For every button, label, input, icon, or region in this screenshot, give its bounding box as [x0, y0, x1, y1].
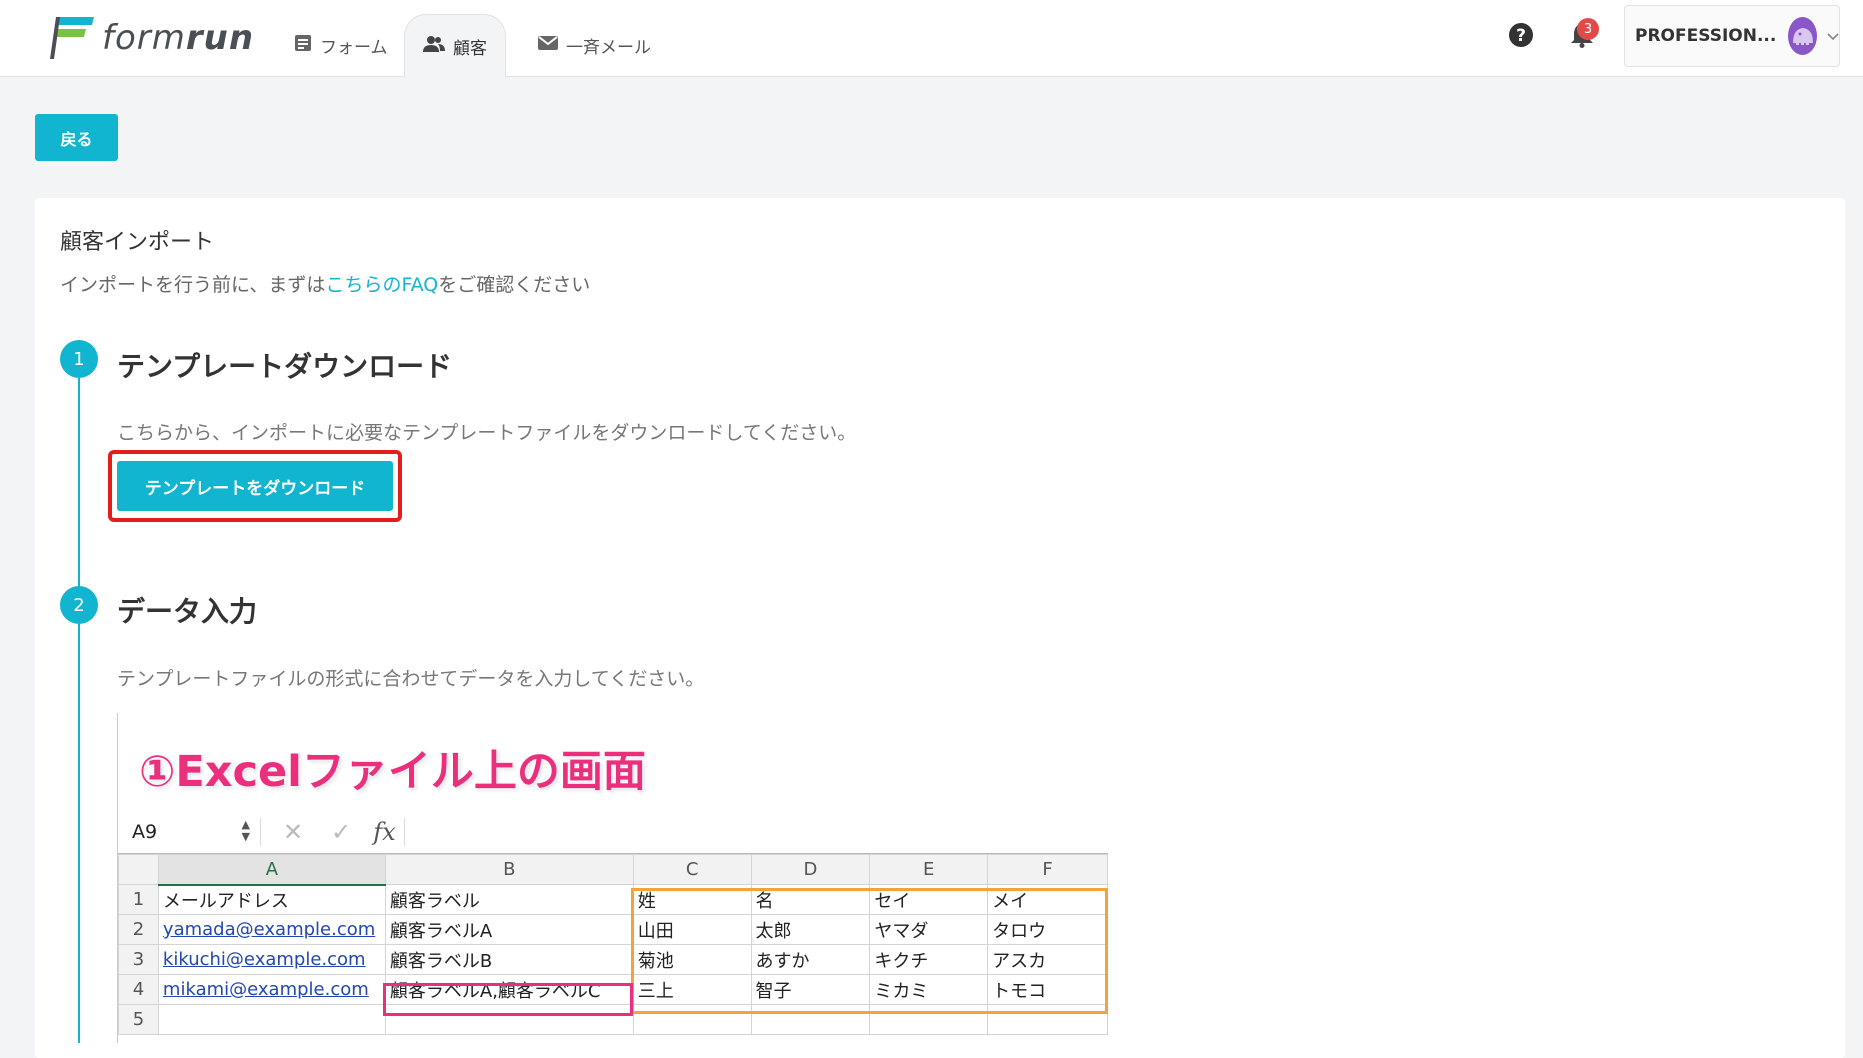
logo-mark-icon [50, 17, 96, 59]
excel-cell: 顧客ラベル [384, 884, 634, 915]
download-template-button[interactable]: テンプレートをダウンロード [117, 461, 393, 511]
notification-badge: 3 [1577, 18, 1599, 40]
excel-cell-ref: A9 [132, 821, 158, 843]
excel-divider [403, 818, 405, 846]
step-1-title: テンプレートダウンロード [117, 350, 453, 383]
svg-text:?: ? [1516, 26, 1526, 46]
excel-row-number: 3 [118, 944, 159, 975]
excel-cell: 顧客ラベルB [384, 944, 634, 975]
avatar [1788, 17, 1817, 55]
excel-email-cell: kikuchi@example.com [157, 944, 386, 975]
excel-corner [118, 854, 159, 885]
excel-email-cell: mikami@example.com [157, 974, 386, 1005]
step-1-connector [78, 378, 80, 588]
excel-row-number: 4 [118, 974, 159, 1005]
tab-form-label: フォーム [320, 38, 388, 58]
account-menu-button[interactable]: PROFESSION... [1624, 5, 1840, 67]
check-icon: ✓ [331, 818, 352, 846]
page-description: インポートを行う前に、まずはこちらのFAQをご確認ください [60, 270, 590, 297]
tab-bulk-mail[interactable]: 一斉メール [538, 14, 651, 77]
name-columns-highlight-box [631, 888, 1108, 1014]
excel-col-header: D [750, 854, 871, 885]
mail-icon [538, 35, 566, 56]
excel-col-header: F [987, 854, 1108, 885]
form-icon [294, 34, 320, 57]
step-2-title: データ入力 [117, 595, 258, 628]
excel-col-header: C [632, 854, 752, 885]
plan-label: PROFESSION... [1635, 26, 1777, 46]
excel-row-number: 5 [118, 1004, 159, 1035]
multi-label-highlight-box [383, 983, 633, 1016]
excel-row-number: 2 [118, 914, 159, 945]
step-2-text: テンプレートファイルの形式に合わせてデータを入力してください。 [117, 668, 705, 690]
tab-bulk-mail-label: 一斉メール [566, 38, 651, 58]
excel-col-header: B [384, 854, 634, 885]
step-2-number: 2 [60, 586, 98, 624]
help-icon[interactable]: ? [1508, 22, 1538, 52]
excel-formula-bar: A9 ▲ ▼ ✕ ✓ fx [118, 811, 1108, 855]
excel-header-row: A B C D E F [118, 854, 1108, 886]
excel-caption: ①Excelファイル上の画面 [139, 747, 646, 797]
tab-customers-label: 顧客 [453, 39, 487, 59]
step-2-connector [78, 624, 80, 1043]
excel-sample-image: ①Excelファイル上の画面 A9 ▲ ▼ ✕ ✓ fx A B C D E F … [117, 713, 1108, 1043]
users-icon [423, 35, 453, 58]
description-prefix: インポートを行う前に、まずは [60, 274, 326, 296]
logo-text: formrun [102, 18, 255, 58]
description-suffix: をご確認ください [438, 274, 591, 296]
top-navigation-bar: formrun フォーム 顧客 一斉メール ? 3 PROFESSION... [0, 0, 1863, 78]
excel-row-number: 1 [118, 884, 159, 915]
page-title: 顧客インポート [60, 230, 215, 255]
excel-cell: メールアドレス [157, 884, 386, 915]
tab-customers[interactable]: 顧客 [404, 14, 506, 78]
stepper-icon: ▲ ▼ [241, 818, 250, 843]
excel-cell: 顧客ラベルA [384, 914, 634, 945]
fx-icon: fx [373, 818, 396, 846]
step-1-number: 1 [60, 340, 98, 378]
tab-form[interactable]: フォーム [294, 14, 388, 77]
formrun-logo[interactable]: formrun [50, 16, 254, 60]
excel-email-cell: yamada@example.com [157, 914, 386, 945]
excel-name-box: A9 ▲ ▼ [118, 818, 252, 844]
excel-divider [260, 818, 261, 846]
step-1-text: こちらから、インポートに必要なテンプレートファイルをダウンロードしてください。 [117, 422, 857, 444]
faq-link[interactable]: こちらのFAQ [325, 274, 438, 296]
back-button[interactable]: 戻る [35, 114, 118, 161]
excel-col-header: E [869, 854, 989, 885]
cancel-x-icon: ✕ [283, 818, 304, 846]
excel-cell [157, 1004, 386, 1035]
excel-col-header: A [157, 854, 386, 886]
chevron-down-icon [1827, 26, 1839, 46]
